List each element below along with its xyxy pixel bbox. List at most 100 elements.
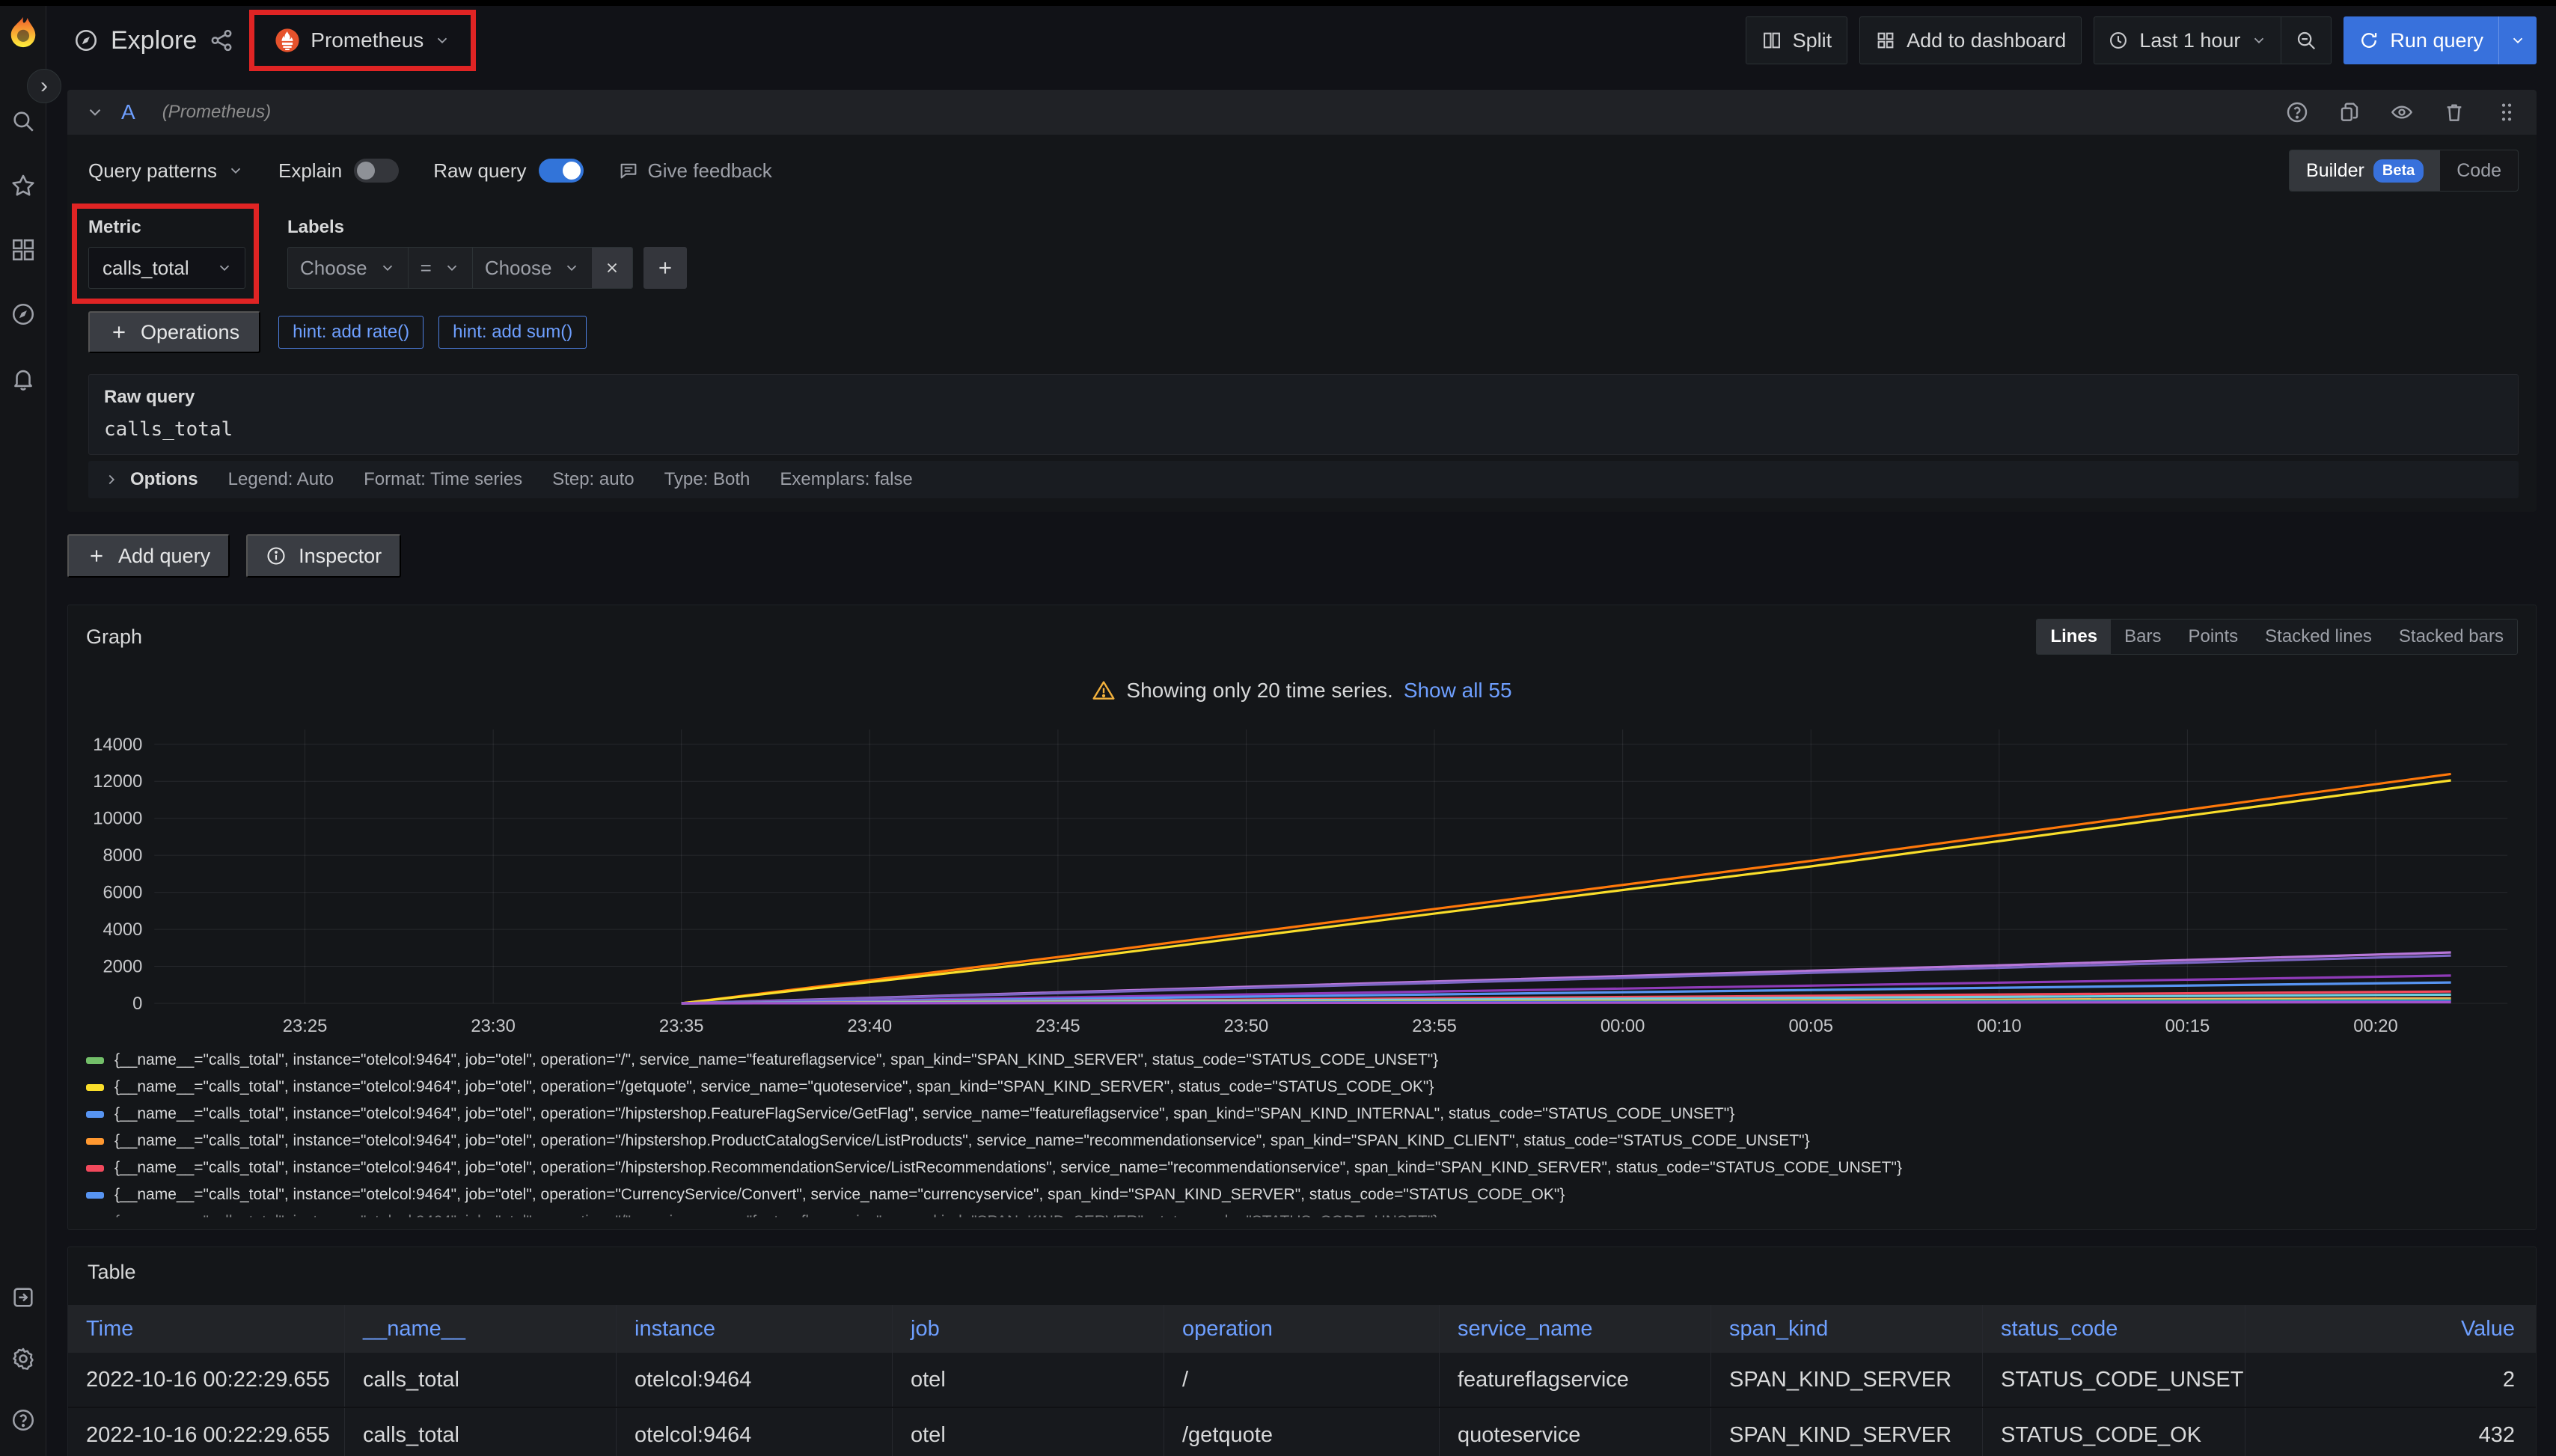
query-toolbar: Query patterns Explain Raw query Give fe… bbox=[67, 135, 2537, 192]
copy-icon[interactable] bbox=[2338, 100, 2361, 124]
table-header-statuscode[interactable]: status_code bbox=[1983, 1305, 2245, 1353]
settings-gear-icon[interactable] bbox=[10, 1345, 37, 1372]
dashboards-icon[interactable] bbox=[10, 236, 37, 263]
search-icon[interactable] bbox=[10, 108, 37, 135]
table-cell: 432 bbox=[2245, 1408, 2536, 1456]
explore-icon[interactable] bbox=[10, 301, 37, 328]
table-header-name[interactable]: __name__ bbox=[345, 1305, 617, 1353]
graph-mode-tabs: LinesBarsPointsStacked linesStacked bars bbox=[2036, 619, 2518, 655]
split-button[interactable]: Split bbox=[1746, 16, 1848, 64]
add-label-filter-button[interactable] bbox=[643, 247, 687, 289]
table-panel: Table Time__name__instancejoboperationse… bbox=[67, 1247, 2537, 1456]
chart-legend-clipped-row: {__name__="calls_total", instance="otelc… bbox=[86, 1208, 2518, 1217]
table-header-time[interactable]: Time bbox=[68, 1305, 345, 1353]
query-patterns-dropdown[interactable]: Query patterns bbox=[88, 159, 244, 183]
grafana-logo[interactable] bbox=[6, 15, 40, 49]
query-option-summary: Exemplars: false bbox=[780, 469, 912, 490]
graph-mode-lines[interactable]: Lines bbox=[2037, 620, 2111, 654]
legend-item-4[interactable]: {__name__="calls_total", instance="otelc… bbox=[86, 1154, 2518, 1181]
zoom-out-button[interactable] bbox=[2281, 17, 2331, 64]
legend-item-0[interactable]: {__name__="calls_total", instance="otelc… bbox=[86, 1047, 2518, 1074]
share-icon[interactable] bbox=[209, 28, 234, 53]
query-ref-id[interactable]: A bbox=[121, 100, 135, 124]
legend-item-clipped: {__name__="calls_total", instance="otelc… bbox=[86, 1208, 2518, 1217]
raw-query-toggle[interactable] bbox=[539, 159, 584, 183]
legend-item-1[interactable]: {__name__="calls_total", instance="otelc… bbox=[86, 1074, 2518, 1101]
code-tab[interactable]: Code bbox=[2440, 150, 2518, 191]
add-to-dashboard-button[interactable]: Add to dashboard bbox=[1859, 16, 2082, 64]
explain-toggle[interactable] bbox=[354, 159, 399, 183]
operations-button[interactable]: Operations bbox=[88, 311, 260, 353]
remove-label-filter-button[interactable] bbox=[592, 248, 632, 288]
show-all-series-link[interactable]: Show all 55 bbox=[1404, 679, 1512, 703]
table-header-servicename[interactable]: service_name bbox=[1440, 1305, 1711, 1353]
graph-mode-stacked-bars[interactable]: Stacked bars bbox=[2385, 620, 2517, 654]
builder-tab[interactable]: Builder Beta bbox=[2290, 150, 2440, 191]
table-header-value[interactable]: Value bbox=[2245, 1305, 2536, 1353]
builder-code-switch: Builder Beta Code bbox=[2289, 150, 2519, 192]
query-row-header: A (Prometheus) bbox=[67, 90, 2537, 135]
raw-query-label: Raw query bbox=[433, 159, 526, 183]
table-header-operation[interactable]: operation bbox=[1164, 1305, 1440, 1353]
legend-label: {__name__="calls_total", instance="otelc… bbox=[114, 1105, 1734, 1123]
table-header-instance[interactable]: instance bbox=[617, 1305, 893, 1353]
query-options-row: Options Legend: AutoFormat: Time seriesS… bbox=[88, 461, 2519, 498]
sign-in-icon[interactable] bbox=[10, 1284, 37, 1311]
table-cell: quoteservice bbox=[1440, 1408, 1711, 1456]
table-header-spankind[interactable]: span_kind bbox=[1711, 1305, 1983, 1353]
legend-item-5[interactable]: {__name__="calls_total", instance="otelc… bbox=[86, 1181, 2518, 1208]
query-hint-chip-1[interactable]: hint: add sum() bbox=[438, 316, 587, 349]
table-cell: SPAN_KIND_SERVER bbox=[1711, 1408, 1983, 1456]
label-key-select[interactable]: Choose bbox=[288, 248, 408, 288]
legend-label: {__name__="calls_total", instance="otelc… bbox=[114, 1132, 1810, 1150]
give-feedback-button[interactable]: Give feedback bbox=[618, 159, 772, 183]
query-hint-chip-0[interactable]: hint: add rate() bbox=[278, 316, 424, 349]
svg-text:4000: 4000 bbox=[103, 920, 142, 940]
top-strip bbox=[0, 0, 2556, 6]
beta-badge: Beta bbox=[2373, 159, 2424, 183]
time-range-button[interactable]: Last 1 hour bbox=[2094, 17, 2281, 64]
trash-icon[interactable] bbox=[2442, 100, 2466, 124]
label-filter-group: Choose = Choose bbox=[287, 247, 633, 289]
query-option-summary: Format: Time series bbox=[364, 469, 522, 490]
svg-text:10000: 10000 bbox=[93, 809, 142, 829]
query-help-icon[interactable] bbox=[2285, 100, 2309, 124]
table-header-job[interactable]: job bbox=[893, 1305, 1164, 1353]
chevron-right-icon bbox=[103, 471, 120, 488]
legend-item-2[interactable]: {__name__="calls_total", instance="otelc… bbox=[86, 1101, 2518, 1128]
add-query-button[interactable]: Add query bbox=[67, 534, 230, 578]
legend-marker bbox=[86, 1138, 104, 1145]
graph-mode-points[interactable]: Points bbox=[2174, 620, 2251, 654]
options-toggle[interactable]: Options bbox=[103, 469, 198, 490]
drag-grip-icon[interactable] bbox=[2495, 100, 2519, 124]
legend-marker bbox=[86, 1084, 104, 1091]
eye-icon[interactable] bbox=[2390, 100, 2414, 124]
collapse-chevron-icon[interactable] bbox=[85, 103, 105, 122]
label-value-select[interactable]: Choose bbox=[472, 248, 593, 288]
table-header-row: Time__name__instancejoboperationservice_… bbox=[68, 1305, 2536, 1353]
explain-label: Explain bbox=[278, 159, 342, 183]
table-cell: calls_total bbox=[345, 1408, 617, 1456]
table-cell: otelcol:9464 bbox=[617, 1353, 893, 1407]
table-cell: / bbox=[1164, 1353, 1440, 1407]
starred-icon[interactable] bbox=[10, 172, 37, 199]
query-datasource-hint: (Prometheus) bbox=[162, 102, 271, 123]
run-query-button[interactable]: Run query bbox=[2343, 16, 2498, 64]
time-series-chart[interactable]: 23:2523:3023:3523:4023:4523:5023:5500:00… bbox=[86, 718, 2518, 1039]
graph-mode-stacked-lines[interactable]: Stacked lines bbox=[2251, 620, 2385, 654]
label-operator-select[interactable]: = bbox=[408, 248, 472, 288]
help-icon[interactable] bbox=[10, 1407, 37, 1434]
svg-text:0: 0 bbox=[132, 994, 142, 1014]
legend-item-3[interactable]: {__name__="calls_total", instance="otelc… bbox=[86, 1128, 2518, 1154]
graph-mode-bars[interactable]: Bars bbox=[2111, 620, 2174, 654]
alerting-bell-icon[interactable] bbox=[10, 365, 37, 392]
svg-text:14000: 14000 bbox=[93, 735, 142, 755]
raw-query-box-label: Raw query bbox=[104, 387, 2503, 408]
sidebar-expand-button[interactable]: › bbox=[27, 69, 61, 103]
metric-select[interactable]: calls_total bbox=[88, 247, 245, 289]
inspector-button[interactable]: Inspector bbox=[246, 534, 401, 578]
datasource-picker[interactable]: Prometheus bbox=[260, 19, 465, 62]
explore-compass-icon bbox=[73, 28, 99, 53]
run-query-dropdown[interactable] bbox=[2498, 16, 2537, 64]
svg-text:8000: 8000 bbox=[103, 845, 142, 866]
